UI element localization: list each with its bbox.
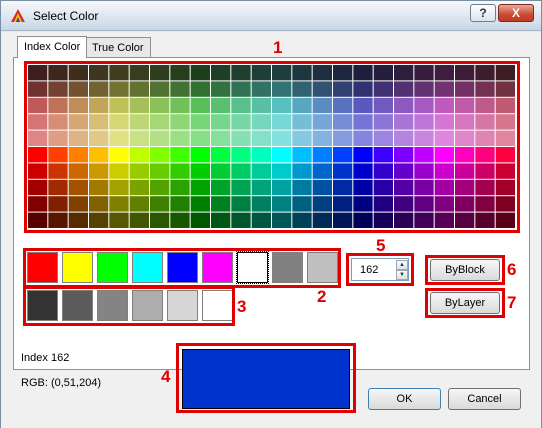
rgb-value-label: RGB: (0,51,204) xyxy=(21,377,102,389)
annotation-box-7 xyxy=(425,288,505,318)
cancel-button[interactable]: Cancel xyxy=(448,388,521,410)
annotation-label-4: 4 xyxy=(161,367,171,386)
annotation-box-3 xyxy=(23,286,235,326)
help-button[interactable]: ? xyxy=(470,4,496,22)
select-color-dialog: Select Color ? X Index Color True Color … xyxy=(0,0,542,428)
annotation-box-1 xyxy=(24,61,520,233)
window-title: Select Color xyxy=(33,9,99,23)
close-button[interactable]: X xyxy=(498,4,534,22)
close-icon: X xyxy=(511,6,520,20)
annotation-label-5: 5 xyxy=(376,236,386,255)
annotation-box-5 xyxy=(346,253,414,286)
ok-button[interactable]: OK xyxy=(368,388,441,410)
annotation-box-2 xyxy=(23,248,341,288)
tab-index-color[interactable]: Index Color xyxy=(17,36,88,58)
title-bar: Select Color ? X xyxy=(1,1,541,31)
annotation-box-6 xyxy=(425,255,505,285)
annotation-label-6: 6 xyxy=(507,260,517,279)
annotation-label-1: 1 xyxy=(273,38,283,57)
annotation-label-7: 7 xyxy=(507,293,517,312)
tab-true-color[interactable]: True Color xyxy=(85,37,151,57)
app-icon xyxy=(11,9,25,22)
annotation-label-3: 3 xyxy=(237,297,247,316)
color-index-label: Index 162 xyxy=(21,352,70,364)
annotation-box-4 xyxy=(176,343,356,413)
annotation-label-2: 2 xyxy=(317,287,327,306)
